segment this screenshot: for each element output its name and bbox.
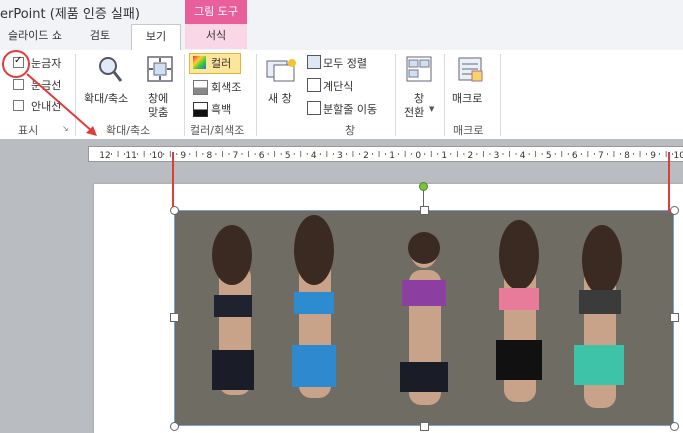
arrange-all-icon xyxy=(307,55,321,69)
ruler-label: 4 xyxy=(520,151,526,161)
right-guide-line xyxy=(668,152,670,212)
ruler-label: 11 xyxy=(125,151,136,161)
fit-to-window-icon xyxy=(147,56,173,82)
ruler-label: 8 xyxy=(207,151,213,161)
ruler-label: 0 xyxy=(415,151,421,161)
move-split-icon xyxy=(307,101,321,115)
switch-window-icon xyxy=(406,56,432,82)
ruler-ticks: 12 11 10 9 8 7 6 5 4 3 2 1 0 1 2 3 4 5 6 7 8 9 10 xyxy=(99,151,683,161)
move-split-button[interactable]: 분할줄 이동 xyxy=(323,101,377,117)
annotation-arrow xyxy=(2,50,97,136)
grayscale-label[interactable]: 회색조 xyxy=(211,79,241,95)
title-bar: erPoint (제품 인증 실패) 그림 도구 xyxy=(0,0,683,24)
left-guide-line xyxy=(172,152,174,212)
group-separator xyxy=(395,54,396,136)
tab-format[interactable]: 서식 xyxy=(185,24,247,49)
window-group-label: 창 xyxy=(345,124,356,137)
ruler-label: 3 xyxy=(337,151,343,161)
ruler-label: 8 xyxy=(624,151,630,161)
ruler-label: 5 xyxy=(285,151,291,161)
ruler-label: 1 xyxy=(389,151,395,161)
color-label[interactable]: 컬러 xyxy=(211,55,231,71)
macro-group-label: 매크로 xyxy=(453,124,484,137)
resize-handle-bottom-left[interactable] xyxy=(170,422,179,431)
resize-handle-right[interactable] xyxy=(670,313,679,322)
resize-handle-left[interactable] xyxy=(170,313,179,322)
color-icon xyxy=(193,56,206,69)
fit-window-label-2[interactable]: 맞춤 xyxy=(148,104,168,120)
ruler-label: 5 xyxy=(546,151,552,161)
macro-icon xyxy=(458,57,483,82)
arrange-all-button[interactable]: 모두 정렬 xyxy=(323,55,367,71)
chevron-down-icon[interactable]: ▼ xyxy=(429,105,434,113)
window-title: erPoint (제품 인증 실패) xyxy=(0,7,140,22)
ruler-label: 7 xyxy=(233,151,239,161)
ruler-label: 9 xyxy=(650,151,656,161)
ruler-label: 6 xyxy=(572,151,578,161)
macro-button[interactable]: 매크로 xyxy=(452,90,482,106)
zoom-group-label: 확대/축소 xyxy=(106,124,151,137)
cascade-button[interactable]: 계단식 xyxy=(323,78,353,94)
ruler-label: 12 xyxy=(99,151,110,161)
switch-window-label-2[interactable]: 전환 xyxy=(404,104,424,120)
black-white-label[interactable]: 흑백 xyxy=(211,101,231,117)
group-separator xyxy=(444,54,445,136)
ruler-label: 4 xyxy=(311,151,317,161)
resize-handle-top-left[interactable] xyxy=(170,206,179,215)
new-window-button[interactable]: 새 창 xyxy=(268,90,292,106)
ruler-label: 1 xyxy=(441,151,447,161)
ruler-label: 2 xyxy=(363,151,369,161)
resize-handle-top-right[interactable] xyxy=(670,206,679,215)
new-window-icon xyxy=(266,59,296,82)
color-group-label: 컬러/회색조 xyxy=(190,124,245,137)
resize-handle-top[interactable] xyxy=(420,206,429,215)
group-separator xyxy=(184,54,185,136)
resize-handle-bottom-right[interactable] xyxy=(670,422,679,431)
ruler-label: 10 xyxy=(673,151,683,161)
tab-view[interactable]: 보기 xyxy=(131,24,181,52)
ruler-label: 7 xyxy=(598,151,604,161)
horizontal-ruler[interactable]: 12 11 10 9 8 7 6 5 4 3 2 1 0 1 2 3 4 5 6 7 8 9 10 xyxy=(88,146,683,162)
ruler-label: 2 xyxy=(468,151,474,161)
cascade-icon xyxy=(307,78,321,92)
grayscale-icon xyxy=(193,80,208,95)
resize-handle-bottom[interactable] xyxy=(420,422,429,431)
group-separator xyxy=(256,54,257,136)
ruler-label: 9 xyxy=(180,151,186,161)
ruler-label: 3 xyxy=(494,151,500,161)
ruler-label: 6 xyxy=(259,151,265,161)
picture-tools-header: 그림 도구 xyxy=(185,0,247,24)
ruler-label: 10 xyxy=(151,151,163,161)
black-white-icon xyxy=(193,102,208,117)
group-separator xyxy=(500,54,501,136)
selection-border xyxy=(174,210,674,426)
rotate-handle[interactable] xyxy=(419,182,428,191)
